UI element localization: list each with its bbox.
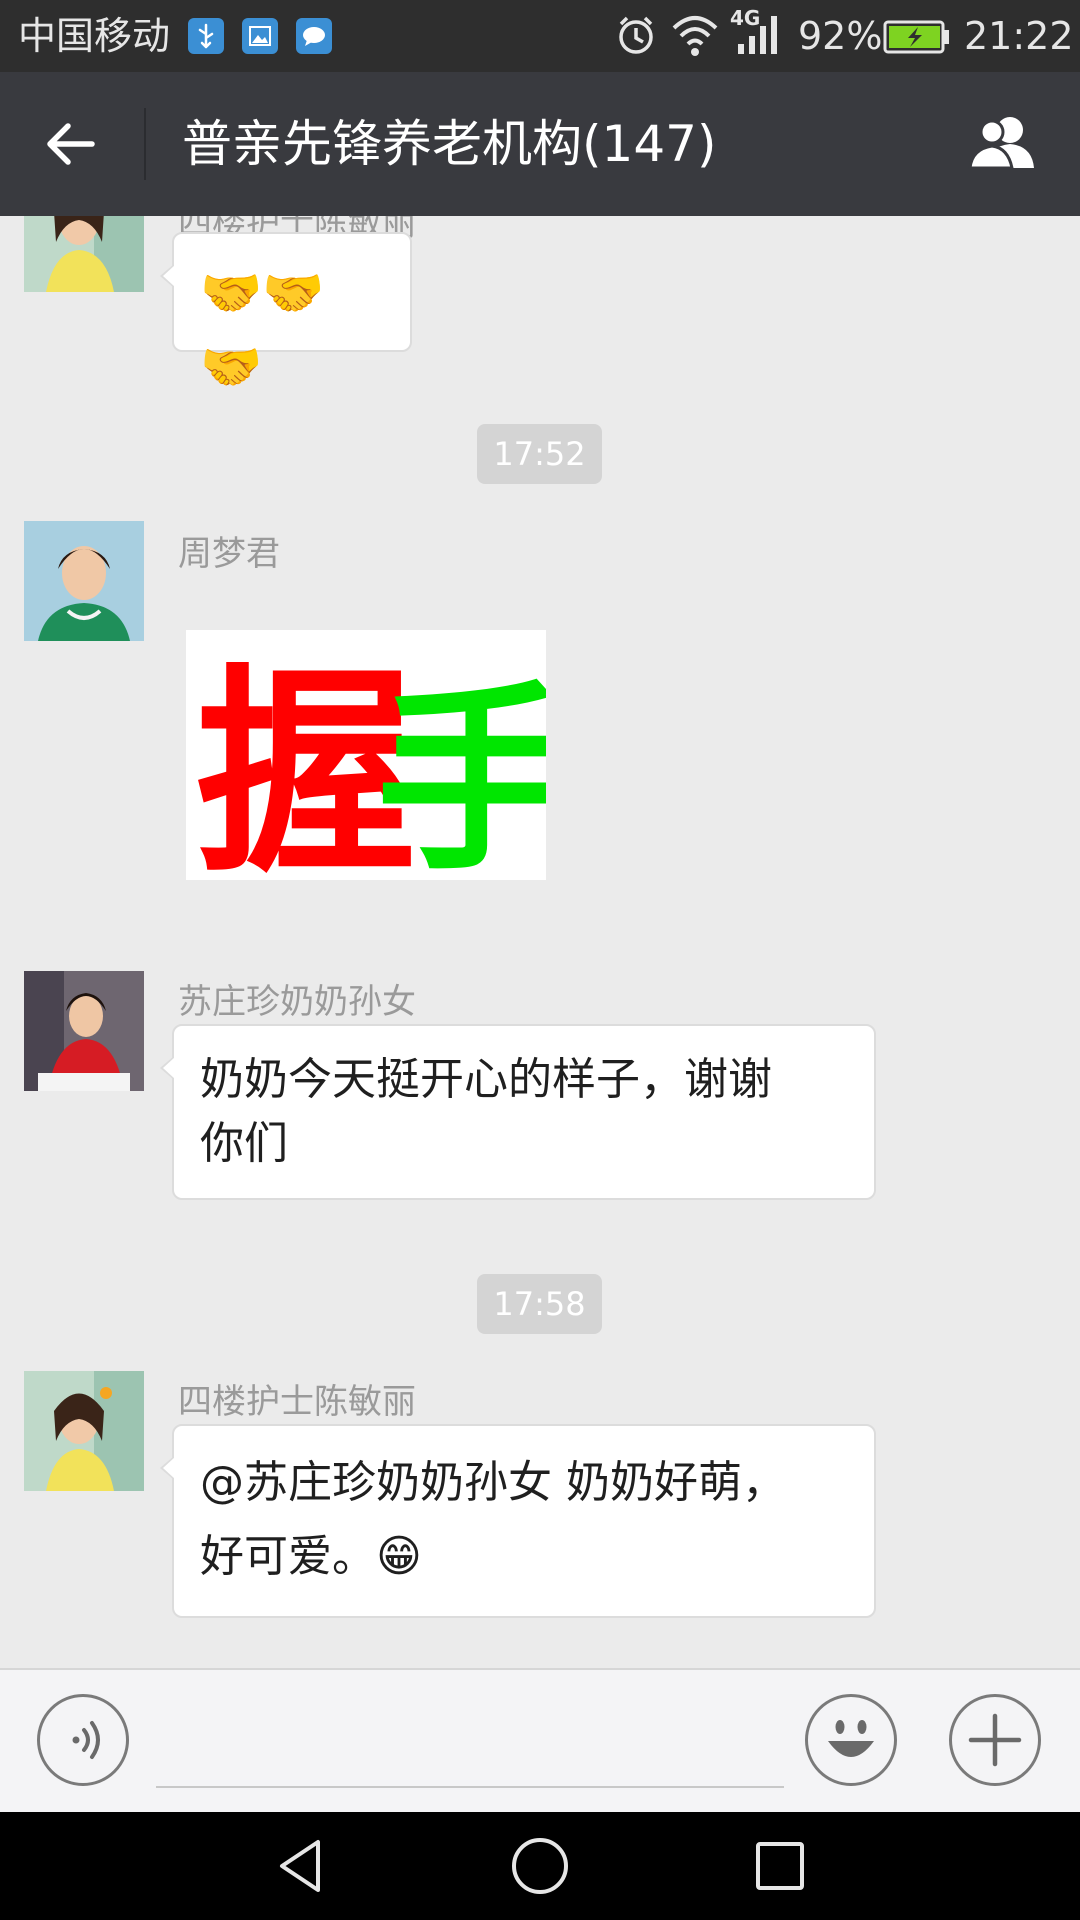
wifi-icon [672,16,718,56]
voice-input-icon [72,1721,100,1759]
usb-icon [188,18,224,54]
input-bar [0,1668,1080,1812]
back-arrow-icon [47,123,95,165]
message-text-line: @苏庄珍奶奶孙女 奶奶好萌， [200,1457,786,1508]
nav-home-icon[interactable] [500,1834,580,1898]
battery-charging-icon [883,20,949,54]
clock: 21:22 [964,14,1074,58]
wechat-group-chat-screen: 中国移动 4G 92% 21:22 普亲先锋养老机构(147) 四楼护士陈敏丽 … [0,0,1080,1920]
message-bubble[interactable]: 奶奶今天挺开心的样子，谢谢 你们 [160,1024,876,1200]
message-bubble[interactable]: @苏庄珍奶奶孙女 奶奶好萌， 好可爱。😁 [160,1424,876,1618]
sender-name: 苏庄珍奶奶孙女 [178,982,416,1022]
carrier-label: 中国移动 [18,14,171,58]
nav-back-icon[interactable] [262,1834,342,1898]
sticker-image[interactable]: 握 手 [186,630,576,902]
timestamp: 17:52 [477,424,602,484]
emoji-button[interactable] [805,1694,897,1786]
emoji-icon [828,1720,874,1757]
sender-name: 周梦君 [178,534,280,574]
voice-input-button[interactable] [37,1694,129,1786]
more-actions-button[interactable] [949,1694,1041,1786]
avatar[interactable] [24,216,144,292]
avatar[interactable] [24,521,144,641]
avatar[interactable] [24,971,144,1091]
status-bar: 中国移动 4G 92% 21:22 [0,0,1080,72]
title-divider [144,108,146,180]
plus-icon [968,1713,1022,1767]
message-text-line: 好可爱。😁 [200,1531,422,1582]
signal-icon [738,16,777,54]
group-members-icon [968,117,1034,170]
avatar[interactable] [24,1371,144,1491]
chat-notification-icon [296,18,332,54]
message-text-line: 奶奶今天挺开心的样子，谢谢 [200,1054,772,1105]
system-navigation-bar [0,1812,1080,1920]
chat-title: 普亲先锋养老机构(147) [182,115,717,173]
message-input[interactable] [156,1714,784,1788]
alarm-icon [619,16,653,54]
timestamp: 17:58 [477,1274,602,1334]
message-list[interactable]: 四楼护士陈敏丽 🤝🤝🤝 17:52 周梦君 握 手 苏庄珍奶奶孙女 奶奶今天挺开… [0,216,1080,1668]
message-bubble[interactable]: 🤝🤝🤝 [160,232,412,396]
sticker-char-2: 手 [376,665,546,880]
gallery-icon [242,18,278,54]
chat-title-bar: 普亲先锋养老机构(147) [0,72,1080,216]
group-members-button[interactable] [960,108,1050,180]
back-button[interactable] [30,108,116,180]
battery-percent: 92% [798,14,883,58]
sender-name: 四楼护士陈敏丽 [178,1382,416,1422]
nav-recents-icon[interactable] [740,1834,820,1898]
message-text-line: 你们 [200,1118,288,1169]
